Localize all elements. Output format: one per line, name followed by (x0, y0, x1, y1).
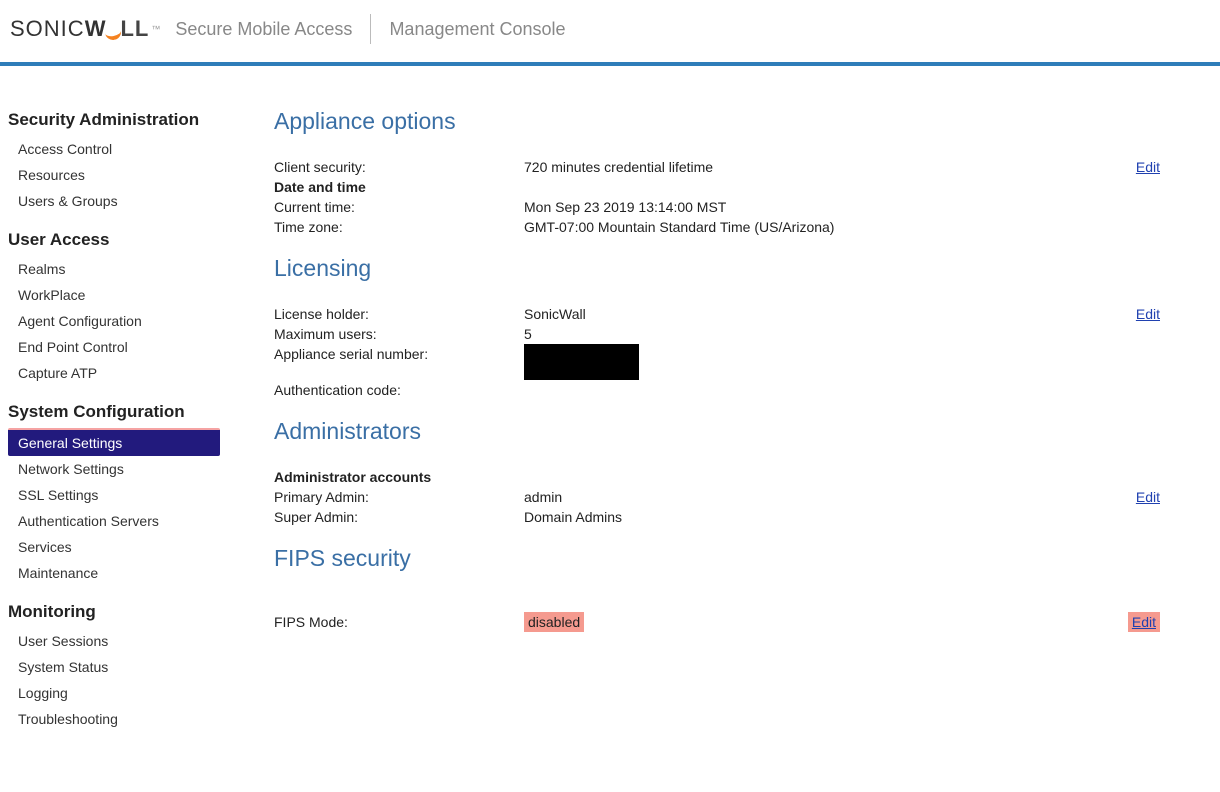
header-subtitle-1: Secure Mobile Access (175, 19, 352, 40)
value-primary-admin: admin (524, 487, 1100, 507)
label-license-holder: License holder: (274, 304, 524, 324)
sidebar-item-maintenance[interactable]: Maintenance (8, 560, 220, 586)
label-auth-code: Authentication code: (274, 380, 524, 400)
value-super-admin: Domain Admins (524, 507, 1100, 527)
sidebar-nav: Security AdministrationAccess ControlRes… (0, 104, 260, 742)
nav-group-user-access: User Access (8, 224, 260, 256)
value-max-users: 5 (524, 324, 1100, 344)
value-time-zone: GMT-07:00 Mountain Standard Time (US/Ari… (524, 217, 1100, 237)
section-title-appliance: Appliance options (274, 108, 1160, 135)
sidebar-item-troubleshooting[interactable]: Troubleshooting (8, 706, 220, 732)
label-admin-accounts: Administrator accounts (274, 467, 524, 487)
nav-group-monitoring: Monitoring (8, 596, 260, 628)
sidebar-item-access-control[interactable]: Access Control (8, 136, 220, 162)
redacted-block (524, 344, 639, 380)
label-current-time: Current time: (274, 197, 524, 217)
sidebar-item-general-settings[interactable]: General Settings (8, 428, 220, 456)
value-serial-redacted (524, 344, 1100, 380)
label-primary-admin: Primary Admin: (274, 487, 524, 507)
brand-wall: LL (120, 16, 149, 42)
edit-fips-highlight: Edit (1128, 612, 1160, 632)
label-super-admin: Super Admin: (274, 507, 524, 527)
label-date-and-time: Date and time (274, 177, 524, 197)
label-serial-number: Appliance serial number: (274, 344, 524, 364)
swoosh-icon (105, 22, 121, 36)
sidebar-item-agent-configuration[interactable]: Agent Configuration (8, 308, 220, 334)
edit-licensing-link[interactable]: Edit (1136, 306, 1160, 322)
sidebar-item-users-groups[interactable]: Users & Groups (8, 188, 220, 214)
value-license-holder: SonicWall (524, 304, 1100, 324)
sidebar-item-network-settings[interactable]: Network Settings (8, 456, 220, 482)
edit-fips-link[interactable]: Edit (1132, 614, 1156, 630)
sidebar-item-system-status[interactable]: System Status (8, 654, 220, 680)
nav-group-system-configuration: System Configuration (8, 396, 260, 428)
sidebar-item-services[interactable]: Services (8, 534, 220, 560)
label-client-security: Client security: (274, 157, 524, 177)
sidebar-item-logging[interactable]: Logging (8, 680, 220, 706)
sidebar-item-capture-atp[interactable]: Capture ATP (8, 360, 220, 386)
main-content: Appliance options Client security: 720 m… (260, 104, 1220, 742)
nav-group-security-administration: Security Administration (8, 104, 260, 136)
edit-appliance-link[interactable]: Edit (1136, 159, 1160, 175)
label-fips-mode: FIPS Mode: (274, 612, 524, 632)
sidebar-item-realms[interactable]: Realms (8, 256, 220, 282)
edit-admin-link[interactable]: Edit (1136, 489, 1160, 505)
section-title-licensing: Licensing (274, 255, 1160, 282)
brand-logo: SONIC W LL ™ (10, 16, 161, 42)
section-title-administrators: Administrators (274, 418, 1160, 445)
sidebar-item-resources[interactable]: Resources (8, 162, 220, 188)
sidebar-item-user-sessions[interactable]: User Sessions (8, 628, 220, 654)
label-max-users: Maximum users: (274, 324, 524, 344)
sidebar-item-end-point-control[interactable]: End Point Control (8, 334, 220, 360)
value-client-security: 720 minutes credential lifetime (524, 157, 1100, 177)
header-separator (370, 14, 371, 44)
header-bar: SONIC W LL ™ Secure Mobile Access Manage… (0, 0, 1220, 62)
header-subtitle-2: Management Console (389, 19, 565, 40)
value-fips-mode: disabled (524, 612, 584, 632)
sidebar-item-workplace[interactable]: WorkPlace (8, 282, 220, 308)
brand-sonic: SONIC (10, 16, 85, 42)
value-current-time: Mon Sep 23 2019 13:14:00 MST (524, 197, 1100, 217)
sidebar-item-ssl-settings[interactable]: SSL Settings (8, 482, 220, 508)
trademark: ™ (151, 24, 161, 34)
label-time-zone: Time zone: (274, 217, 524, 237)
section-title-fips: FIPS security (274, 545, 1160, 572)
sidebar-item-authentication-servers[interactable]: Authentication Servers (8, 508, 220, 534)
